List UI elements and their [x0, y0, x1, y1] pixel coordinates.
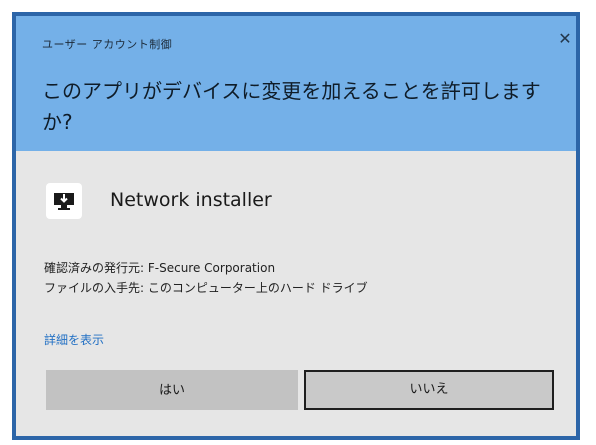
dialog-header: ユーザー アカウント制御 ✕ このアプリがデバイスに変更を加えることを許可します…: [16, 16, 576, 151]
uac-dialog: ユーザー アカウント制御 ✕ このアプリがデバイスに変更を加えることを許可します…: [16, 16, 576, 436]
file-origin-info: ファイルの入手先: このコンピューター上のハード ドライブ: [44, 281, 368, 295]
publisher-info: 確認済みの発行元: F-Secure Corporation: [44, 261, 276, 275]
window-title: ユーザー アカウント制御: [42, 38, 173, 51]
show-details-link[interactable]: 詳細を表示: [44, 331, 104, 348]
dialog-frame: ユーザー アカウント制御 ✕ このアプリがデバイスに変更を加えることを許可します…: [12, 12, 580, 440]
yes-button[interactable]: はい: [46, 370, 298, 410]
download-icon: [46, 183, 82, 219]
permission-question: このアプリがデバイスに変更を加えることを許可しますか?: [42, 79, 541, 134]
app-name: Network installer: [110, 189, 272, 211]
close-button[interactable]: ✕: [556, 30, 574, 48]
close-icon: ✕: [558, 29, 572, 48]
no-button[interactable]: いいえ: [304, 370, 554, 410]
